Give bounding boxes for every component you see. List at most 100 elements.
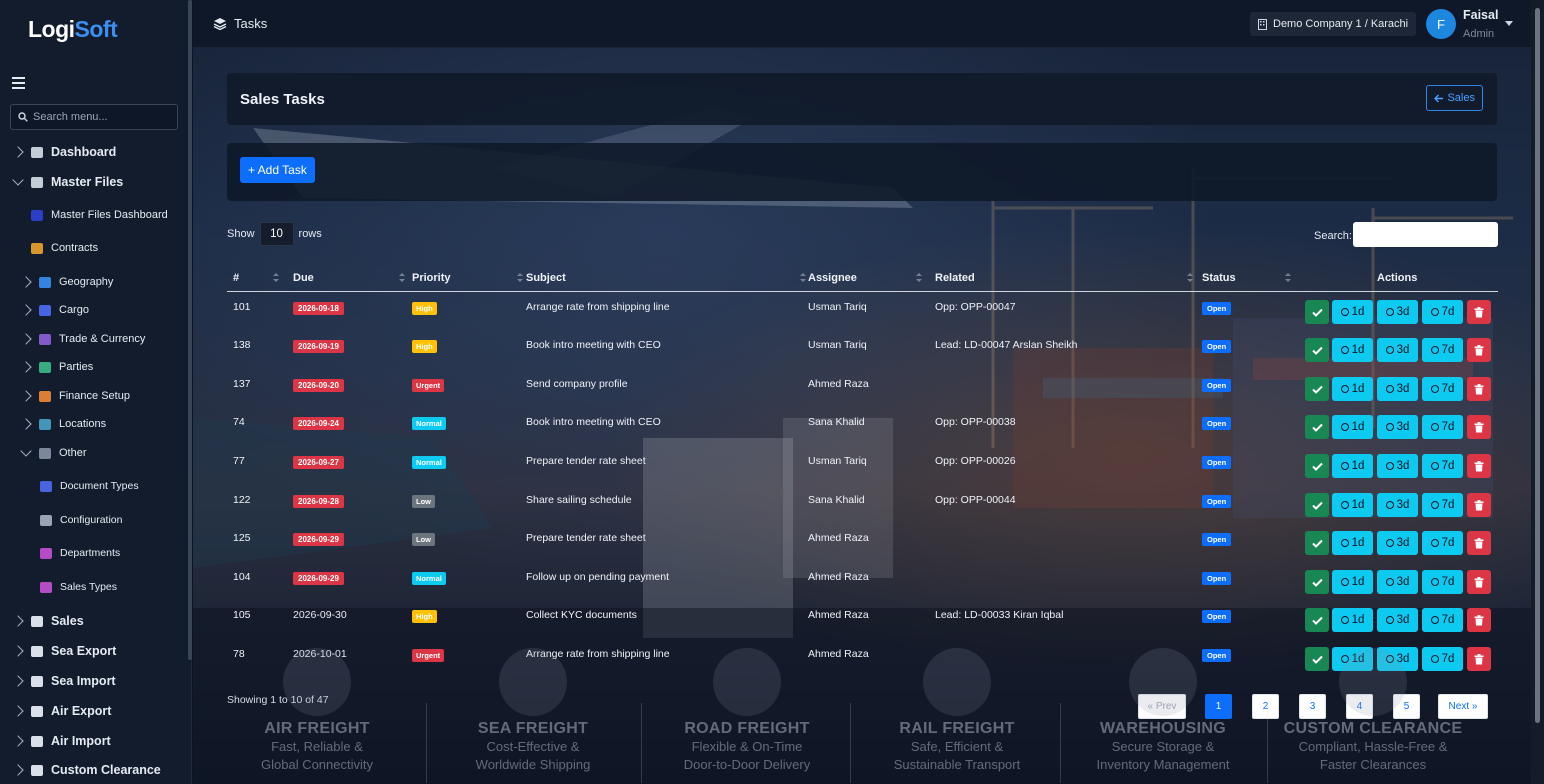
back-to-sales-button[interactable]: Sales (1426, 85, 1483, 111)
sidebar-item-parties[interactable]: Parties (20, 361, 93, 373)
app-logo[interactable]: LogiSoft (28, 16, 118, 43)
sort-icon[interactable] (1187, 273, 1193, 282)
sort-icon[interactable] (800, 273, 806, 282)
delete-task-button[interactable] (1467, 377, 1491, 401)
page-scrollbar[interactable] (1531, 0, 1544, 784)
snooze-3d-button[interactable]: 3d (1377, 493, 1418, 517)
sidebar-item-master-files-dashboard[interactable]: Master Files Dashboard (31, 209, 168, 221)
snooze-3d-button[interactable]: 3d (1377, 454, 1418, 478)
delete-task-button[interactable] (1467, 493, 1491, 517)
complete-task-button[interactable] (1305, 454, 1329, 478)
snooze-7d-button[interactable]: 7d (1422, 647, 1463, 671)
snooze-1d-button[interactable]: 1d (1332, 608, 1373, 632)
sort-icon[interactable] (273, 273, 279, 282)
chevron-right-icon[interactable] (12, 615, 24, 627)
chevron-right-icon[interactable] (20, 390, 32, 402)
complete-task-button[interactable] (1305, 608, 1329, 632)
snooze-7d-button[interactable]: 7d (1422, 608, 1463, 632)
avatar[interactable]: F (1426, 9, 1456, 39)
sidebar-item-sales[interactable]: Sales (12, 614, 84, 628)
hamburger-icon[interactable] (12, 77, 25, 89)
snooze-7d-button[interactable]: 7d (1422, 454, 1463, 478)
delete-task-button[interactable] (1467, 570, 1491, 594)
delete-task-button[interactable] (1467, 647, 1491, 671)
column-header-related[interactable]: Related (935, 264, 975, 291)
sidebar-item-document-types[interactable]: Document Types (40, 480, 139, 492)
snooze-1d-button[interactable]: 1d (1332, 377, 1373, 401)
sidebar-item-geography[interactable]: Geography (20, 276, 113, 288)
chevron-right-icon[interactable] (20, 276, 32, 288)
snooze-3d-button[interactable]: 3d (1377, 608, 1418, 632)
add-task-button[interactable]: + Add Task (240, 157, 315, 183)
chevron-down-icon[interactable] (12, 174, 24, 186)
sidebar-item-locations[interactable]: Locations (20, 418, 106, 430)
pagination-page-2[interactable]: 2 (1252, 694, 1279, 719)
sidebar-item-master-files[interactable]: Master Files (12, 174, 123, 189)
chevron-down-icon[interactable] (1505, 21, 1513, 26)
sidebar-item-contracts[interactable]: Contracts (31, 242, 98, 254)
table-search-input[interactable] (1353, 222, 1498, 247)
pagination-page-3[interactable]: 3 (1299, 694, 1326, 719)
delete-task-button[interactable] (1467, 531, 1491, 555)
column-header-number[interactable]: # (233, 264, 239, 291)
snooze-1d-button[interactable]: 1d (1332, 454, 1373, 478)
snooze-7d-button[interactable]: 7d (1422, 300, 1463, 324)
complete-task-button[interactable] (1305, 493, 1329, 517)
snooze-3d-button[interactable]: 3d (1377, 415, 1418, 439)
chevron-right-icon[interactable] (12, 146, 24, 158)
delete-task-button[interactable] (1467, 415, 1491, 439)
snooze-7d-button[interactable]: 7d (1422, 377, 1463, 401)
complete-task-button[interactable] (1305, 531, 1329, 555)
snooze-3d-button[interactable]: 3d (1377, 531, 1418, 555)
snooze-3d-button[interactable]: 3d (1377, 377, 1418, 401)
sidebar-item-configuration[interactable]: Configuration (40, 514, 122, 526)
delete-task-button[interactable] (1467, 608, 1491, 632)
snooze-7d-button[interactable]: 7d (1422, 531, 1463, 555)
complete-task-button[interactable] (1305, 377, 1329, 401)
chevron-right-icon[interactable] (12, 764, 24, 776)
column-header-status[interactable]: Status (1202, 264, 1236, 291)
chevron-right-icon[interactable] (20, 361, 32, 373)
rows-per-page-select[interactable]: 10 (259, 222, 294, 246)
sidebar-item-other[interactable]: Other (20, 445, 87, 459)
sidebar-item-trade-currency[interactable]: Trade & Currency (20, 333, 145, 345)
company-selector[interactable]: Demo Company 1 / Karachi (1250, 12, 1417, 36)
snooze-1d-button[interactable]: 1d (1332, 493, 1373, 517)
sidebar-item-custom-clearance[interactable]: Custom Clearance (12, 763, 161, 777)
snooze-3d-button[interactable]: 3d (1377, 338, 1418, 362)
sidebar-item-air-import[interactable]: Air Import (12, 734, 111, 748)
chevron-right-icon[interactable] (12, 645, 24, 657)
snooze-7d-button[interactable]: 7d (1422, 570, 1463, 594)
sidebar-item-sea-export[interactable]: Sea Export (12, 644, 116, 658)
sort-icon[interactable] (1285, 273, 1291, 282)
snooze-3d-button[interactable]: 3d (1377, 570, 1418, 594)
sort-icon[interactable] (399, 273, 405, 282)
complete-task-button[interactable] (1305, 415, 1329, 439)
sidebar-search-input[interactable] (33, 111, 173, 123)
delete-task-button[interactable] (1467, 300, 1491, 324)
sidebar-item-departments[interactable]: Departments (40, 547, 120, 559)
snooze-1d-button[interactable]: 1d (1332, 338, 1373, 362)
chevron-right-icon[interactable] (20, 418, 32, 430)
snooze-1d-button[interactable]: 1d (1332, 415, 1373, 439)
snooze-3d-button[interactable]: 3d (1377, 300, 1418, 324)
chevron-down-icon[interactable] (20, 445, 32, 457)
snooze-1d-button[interactable]: 1d (1332, 570, 1373, 594)
chevron-right-icon[interactable] (12, 705, 24, 717)
chevron-right-icon[interactable] (12, 735, 24, 747)
sidebar-item-dashboard[interactable]: Dashboard (12, 145, 116, 159)
complete-task-button[interactable] (1305, 647, 1329, 671)
complete-task-button[interactable] (1305, 300, 1329, 324)
pagination-next-button[interactable]: Next » (1438, 694, 1488, 719)
delete-task-button[interactable] (1467, 454, 1491, 478)
chevron-right-icon[interactable] (20, 304, 32, 316)
sidebar-item-finance-setup[interactable]: Finance Setup (20, 390, 130, 402)
snooze-1d-button[interactable]: 1d (1332, 300, 1373, 324)
sidebar-scrollbar[interactable] (188, 0, 192, 660)
column-header-assignee[interactable]: Assignee (808, 264, 857, 291)
column-header-due[interactable]: Due (293, 264, 314, 291)
column-header-subject[interactable]: Subject (526, 264, 566, 291)
chevron-right-icon[interactable] (20, 333, 32, 345)
snooze-7d-button[interactable]: 7d (1422, 415, 1463, 439)
sidebar-item-cargo[interactable]: Cargo (20, 304, 89, 316)
